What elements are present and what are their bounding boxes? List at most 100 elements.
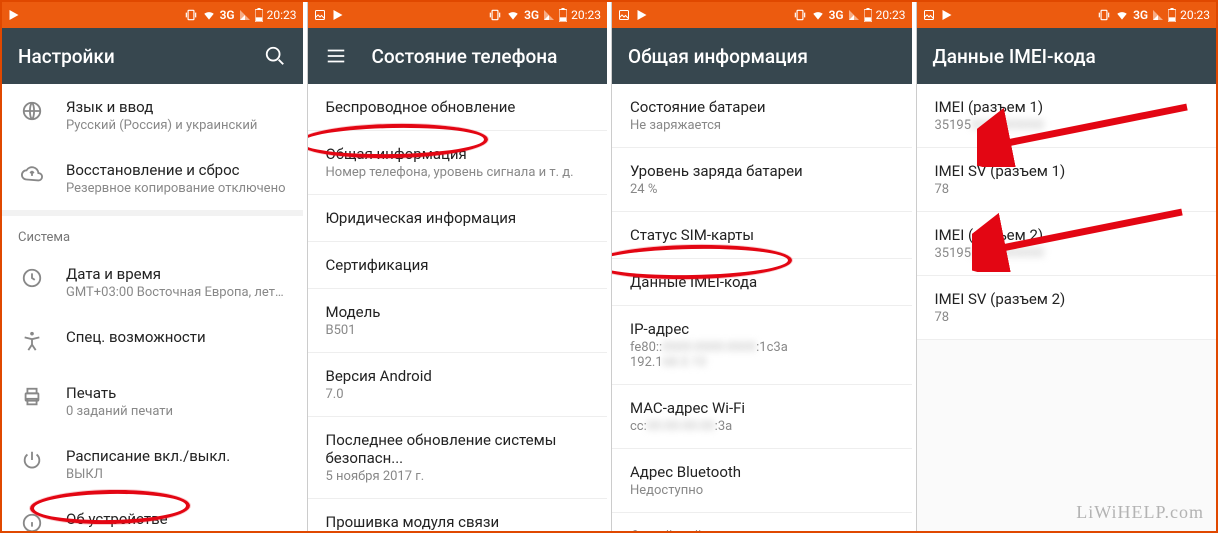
- item-subtitle: Недоступно: [630, 483, 894, 498]
- item-subtitle: Номер телефона, уровень сигнала и т. д.: [326, 165, 590, 180]
- menu-icon[interactable]: [324, 44, 348, 68]
- list-item[interactable]: Беспроводное обновление: [308, 84, 608, 131]
- item-subtitle: Русский (Россия) и украинский: [66, 118, 287, 133]
- settings-item-about[interactable]: Об устройстве Android 7.0: [2, 496, 303, 531]
- item-title: MAC-адрес Wi-Fi: [630, 399, 894, 417]
- battery-icon: [255, 8, 263, 22]
- item-title: Данные IMEI-кода: [630, 273, 894, 291]
- status-bar: 3G 20:23: [612, 2, 912, 28]
- app-bar: Состояние телефона: [308, 28, 608, 84]
- settings-item-accessibility[interactable]: Спец. возможности: [2, 314, 303, 370]
- clock: 20:23: [1180, 8, 1210, 22]
- item-subtitle: GMT+03:00 Восточная Европа, летнее в...: [66, 285, 287, 300]
- item-title: Адрес Bluetooth: [630, 463, 894, 481]
- list-item[interactable]: IP-адрес fe80::0000:0000:0000:1c3a192.16…: [612, 306, 912, 385]
- page-title: Данные IMEI-кода: [933, 45, 1201, 68]
- list-item[interactable]: IMEI SV (разъем 2) 78: [917, 276, 1217, 340]
- item-title: Версия Android: [326, 367, 590, 385]
- item-title: Статус SIM-карты: [630, 226, 894, 244]
- settings-item-backup[interactable]: Восстановление и сброс Резервное копиров…: [2, 147, 303, 210]
- item-subtitle: 5 ноября 2017 г.: [326, 469, 590, 484]
- section-system: Система: [2, 216, 303, 251]
- search-icon[interactable]: [263, 44, 287, 68]
- battery-icon: [1168, 8, 1176, 22]
- list-item[interactable]: Версия Android 7.0: [308, 353, 608, 417]
- item-title: Юридическая информация: [326, 209, 590, 227]
- page-title: Состояние телефона: [372, 45, 592, 68]
- item-title: Печать: [66, 384, 287, 402]
- list-item[interactable]: Юридическая информация: [308, 195, 608, 242]
- status-bar: 3G 20:23: [917, 2, 1217, 28]
- settings-item-datetime[interactable]: Дата и время GMT+03:00 Восточная Европа,…: [2, 251, 303, 314]
- watermark: LiWiHELP.com: [1076, 502, 1204, 523]
- print-icon: [21, 386, 43, 412]
- item-subtitle: cc:00:00:00:00:3a: [630, 419, 894, 434]
- item-title: Общая информация: [326, 145, 590, 163]
- item-title: Состояние батареи: [630, 98, 894, 116]
- network-label: 3G: [220, 8, 235, 22]
- item-title: IMEI (разъем 2): [935, 226, 1199, 244]
- item-title: Сертификация: [326, 256, 590, 274]
- list-item[interactable]: Последнее обновление системы безопасн...…: [308, 417, 608, 499]
- battery-icon: [559, 8, 567, 22]
- item-title: IMEI SV (разъем 1): [935, 162, 1199, 180]
- list-item[interactable]: Модель B501: [308, 289, 608, 353]
- app-bar: Настройки: [2, 28, 303, 84]
- app-bar: Общая информация: [612, 28, 912, 84]
- list-item-imei2[interactable]: IMEI (разъем 2) 351950000000000: [917, 212, 1217, 276]
- item-subtitle: 78: [935, 310, 1199, 325]
- clock: 20:23: [876, 8, 906, 22]
- vibrate-icon: [793, 8, 807, 22]
- screen-imei-data: 3G 20:23 Данные IMEI-кода IMEI (разъем 1…: [916, 2, 1217, 531]
- image-icon: [618, 9, 630, 21]
- list-item[interactable]: Статус SIM-карты: [612, 212, 912, 259]
- signal-icon: [1152, 9, 1164, 21]
- item-title: Модель: [326, 303, 590, 321]
- list-item[interactable]: Уровень заряда батареи 24 %: [612, 148, 912, 212]
- list-item[interactable]: Сертификация: [308, 242, 608, 289]
- item-subtitle: Не заряжается: [630, 118, 894, 133]
- wifi-icon: [811, 8, 825, 22]
- play-store-icon: [636, 9, 648, 21]
- network-label: 3G: [829, 8, 844, 22]
- item-title: Спец. возможности: [66, 328, 287, 346]
- image-icon: [923, 9, 935, 21]
- settings-item-print[interactable]: Печать 0 заданий печати: [2, 370, 303, 433]
- list-item-imei1[interactable]: IMEI (разъем 1) 351950000000000: [917, 84, 1217, 148]
- accessibility-icon: [21, 330, 43, 356]
- page-title: Общая информация: [628, 45, 896, 68]
- list-item[interactable]: Прошивка модуля связи Android_OS3.0 Lite: [308, 499, 608, 531]
- status-bar: 3G 20:23: [2, 2, 303, 28]
- item-title: IP-адрес: [630, 320, 894, 338]
- screen-general-info: 3G 20:23 Общая информация Состояние бата…: [611, 2, 912, 531]
- signal-icon: [239, 9, 251, 21]
- item-title: Дата и время: [66, 265, 287, 283]
- globe-icon: [21, 100, 43, 126]
- wifi-icon: [506, 8, 520, 22]
- wifi-icon: [202, 8, 216, 22]
- wifi-icon: [1115, 8, 1129, 22]
- signal-icon: [543, 9, 555, 21]
- list-item[interactable]: IMEI SV (разъем 1) 78: [917, 148, 1217, 212]
- signal-icon: [848, 9, 860, 21]
- play-store-icon: [8, 9, 20, 21]
- item-subtitle: 0 заданий печати: [66, 404, 287, 419]
- image-icon: [314, 9, 326, 21]
- item-title: Прошивка модуля связи: [326, 513, 590, 531]
- settings-item-schedule[interactable]: Расписание вкл./выкл. ВЫКЛ: [2, 433, 303, 496]
- item-title: Уровень заряда батареи: [630, 162, 894, 180]
- info-icon: [21, 512, 43, 531]
- item-title: Расписание вкл./выкл.: [66, 447, 287, 465]
- screen-phone-status: 3G 20:23 Состояние телефона Беспроводное…: [307, 2, 608, 531]
- list-item[interactable]: Адрес Bluetooth Недоступно: [612, 449, 912, 513]
- network-label: 3G: [1133, 8, 1148, 22]
- list-item[interactable]: MAC-адрес Wi-Fi cc:00:00:00:00:3a: [612, 385, 912, 449]
- list-item-general-info[interactable]: Общая информация Номер телефона, уровень…: [308, 131, 608, 195]
- item-subtitle: Резервное копирование отключено: [66, 181, 287, 196]
- settings-item-language[interactable]: Язык и ввод Русский (Россия) и украински…: [2, 84, 303, 147]
- item-subtitle: 351950000000000: [935, 118, 1199, 133]
- network-label: 3G: [524, 8, 539, 22]
- list-item[interactable]: Состояние батареи Не заряжается: [612, 84, 912, 148]
- list-item-imei-data[interactable]: Данные IMEI-кода: [612, 259, 912, 306]
- list-item[interactable]: Серийный номер EB000000000012: [612, 513, 912, 531]
